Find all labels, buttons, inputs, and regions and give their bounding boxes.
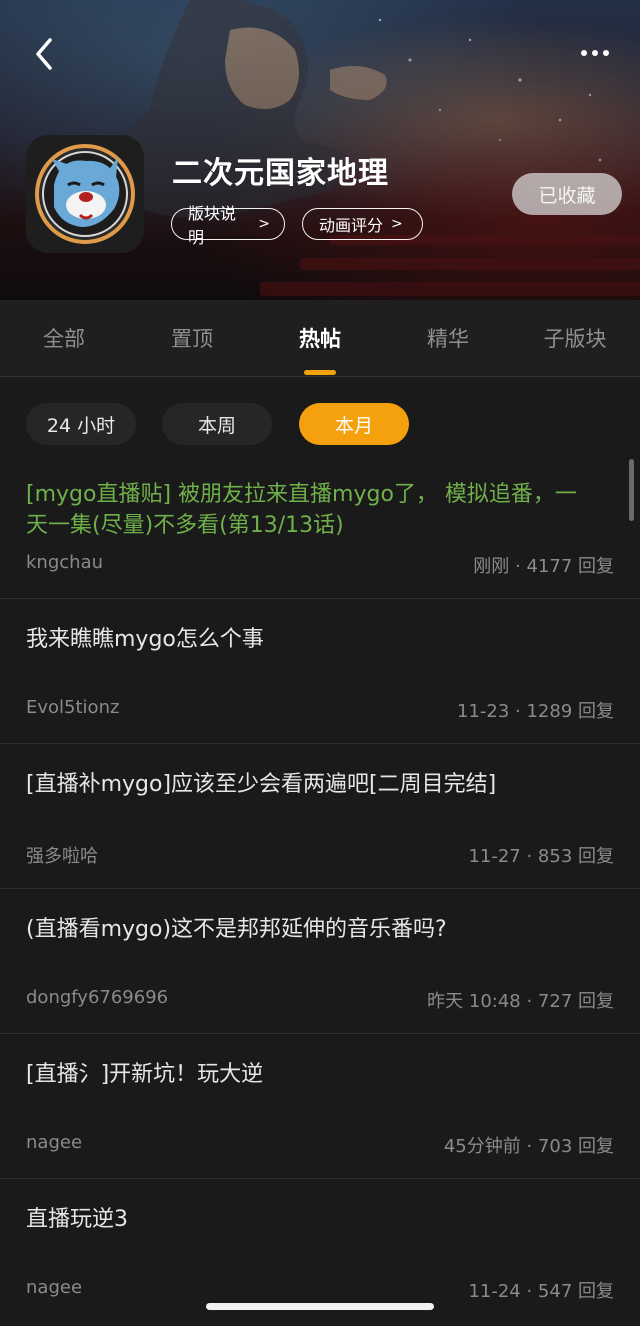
tab-featured[interactable]: 精华 <box>398 300 498 376</box>
post-item[interactable]: [直播氵]开新坑！玩大逆 nagee 45分钟前 · 703 回复 <box>0 1033 640 1179</box>
post-item[interactable]: [直播补mygo]应该至少会看两遍吧[二周目完结] 强多啦哈 11-27 · 8… <box>0 743 640 889</box>
tab-hot[interactable]: 热帖 <box>270 300 370 376</box>
back-button[interactable] <box>26 34 66 74</box>
post-item[interactable]: 我来瞧瞧mygo怎么个事 Evol5tionz 11-23 · 1289 回复 <box>0 598 640 744</box>
post-meta: 11-24 · 547 回复 <box>468 1281 614 1302</box>
anime-rating-button[interactable]: 动画评分 > <box>302 208 423 240</box>
post-meta: 刚刚 · 4177 回复 <box>473 556 614 577</box>
tab-subforums[interactable]: 子版块 <box>516 300 634 376</box>
post-author: nagee <box>26 1277 83 1298</box>
post-title: [直播氵]开新坑！玩大逆 <box>26 1062 264 1087</box>
anime-rating-label: 动画评分 <box>319 216 384 235</box>
forum-logo-icon <box>35 144 135 244</box>
forum-info-label: 版块说明 <box>188 204 237 247</box>
post-meta: 11-23 · 1289 回复 <box>457 701 614 722</box>
post-title: 我来瞧瞧mygo怎么个事 <box>26 627 264 652</box>
active-tab-indicator <box>304 370 336 375</box>
chevron-right-icon: > <box>258 216 270 232</box>
more-options-button[interactable] <box>578 38 618 68</box>
favorited-button[interactable]: 已收藏 <box>512 173 622 215</box>
chevron-right-icon: > <box>391 216 403 232</box>
filter-24h[interactable]: 24 小时 <box>26 403 136 445</box>
forum-info-button[interactable]: 版块说明 > <box>171 204 285 247</box>
post-author: nagee <box>26 1132 83 1153</box>
filter-week[interactable]: 本周 <box>162 403 272 445</box>
post-item[interactable]: [mygo直播贴] 被朋友拉来直播mygo了， 模拟追番，一天一集(尽量)不多看… <box>0 465 640 599</box>
post-author: dongfy6769696 <box>26 987 169 1008</box>
forum-avatar <box>26 135 144 253</box>
post-title: (直播看mygo)这不是邦邦延伸的音乐番吗? <box>26 917 447 942</box>
post-author: Evol5tionz <box>26 697 120 718</box>
post-title: 直播玩逆3 <box>26 1207 128 1232</box>
post-author: 强多啦哈 <box>26 846 98 867</box>
chevron-left-icon <box>36 38 52 70</box>
post-meta: 45分钟前 · 703 回复 <box>443 1136 614 1157</box>
post-item[interactable]: (直播看mygo)这不是邦邦延伸的音乐番吗? dongfy6769696 昨天 … <box>0 888 640 1034</box>
post-meta: 11-27 · 853 回复 <box>468 846 614 867</box>
tab-all[interactable]: 全部 <box>14 300 114 376</box>
filter-month[interactable]: 本月 <box>299 403 409 445</box>
home-indicator[interactable] <box>206 1303 434 1310</box>
tab-bar: 全部 置顶 热帖 精华 子版块 <box>0 300 640 377</box>
post-title: [直播补mygo]应该至少会看两遍吧[二周目完结] <box>26 772 497 797</box>
tab-pinned[interactable]: 置顶 <box>142 300 242 376</box>
forum-title: 二次元国家地理 <box>172 156 389 191</box>
more-dots-icon <box>581 50 609 56</box>
post-meta: 昨天 10:48 · 727 回复 <box>427 991 614 1012</box>
post-author: kngchau <box>26 552 104 573</box>
post-title: [mygo直播贴] 被朋友拉来直播mygo了， 模拟追番，一天一集(尽量)不多看… <box>26 482 577 538</box>
